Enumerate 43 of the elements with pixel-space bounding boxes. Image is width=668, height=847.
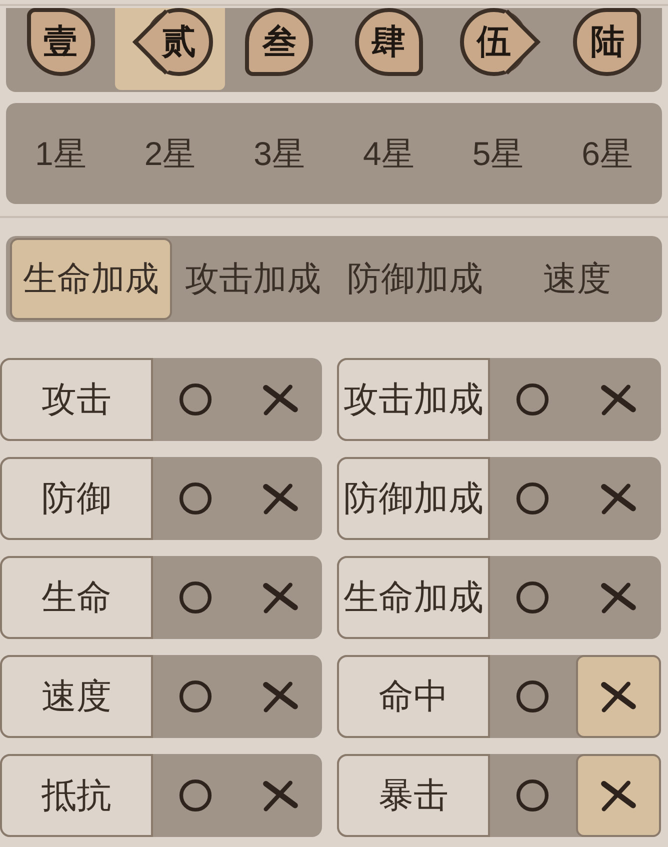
circle-icon — [516, 581, 550, 614]
attribute-label: 攻击 — [0, 358, 153, 441]
circle-icon — [178, 779, 212, 812]
stat-tab[interactable]: 攻击加成 — [172, 238, 334, 320]
attribute-label: 抵抗 — [0, 754, 153, 837]
circle-icon — [516, 482, 550, 515]
circle-icon — [178, 581, 212, 614]
attribute-label: 生命加成 — [337, 556, 490, 639]
star-level-button[interactable]: 1星 — [34, 137, 86, 170]
cross-icon — [599, 482, 638, 514]
cross-icon — [260, 582, 299, 614]
attribute-label: 速度 — [0, 655, 153, 738]
cross-icon — [260, 780, 299, 812]
stat-tab[interactable]: 速度 — [496, 238, 658, 320]
circle-icon — [516, 680, 550, 713]
cross-icon — [599, 680, 638, 712]
circle-icon — [178, 680, 212, 713]
cross-icon — [260, 482, 299, 514]
attribute-label: 防御 — [0, 457, 153, 540]
star-level-button[interactable]: 5星 — [472, 137, 524, 170]
circle-icon — [178, 383, 212, 416]
cross-icon — [260, 680, 299, 712]
attribute-label: 防御加成 — [337, 457, 490, 540]
star-level-button[interactable]: 2星 — [144, 137, 196, 170]
cross-icon — [599, 780, 638, 812]
stat-tab[interactable]: 生命加成 — [10, 238, 172, 320]
attribute-label: 命中 — [337, 655, 490, 738]
stat-tab[interactable]: 防御加成 — [334, 238, 496, 320]
attribute-label: 生命 — [0, 556, 153, 639]
circle-icon — [178, 482, 212, 515]
star-level-button[interactable]: 4星 — [362, 137, 414, 170]
cross-icon — [599, 582, 638, 614]
attribute-label: 暴击 — [337, 754, 490, 837]
cross-icon — [599, 384, 638, 416]
star-level-button[interactable]: 3星 — [254, 137, 305, 170]
exclude-toggle[interactable] — [576, 754, 661, 837]
star-level-button[interactable]: 6星 — [582, 137, 633, 170]
circle-icon — [516, 779, 550, 812]
exclude-toggle[interactable] — [576, 655, 661, 738]
cross-icon — [260, 384, 299, 416]
circle-icon — [516, 383, 550, 416]
attribute-label: 攻击加成 — [337, 358, 490, 441]
slot-tab[interactable]: 贰 — [115, 8, 225, 90]
